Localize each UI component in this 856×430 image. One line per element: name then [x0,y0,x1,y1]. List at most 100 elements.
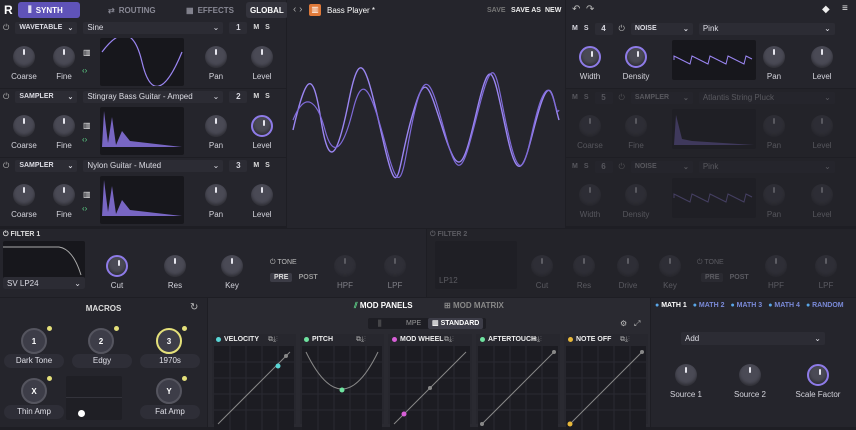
layer-5-source-select[interactable]: Atlantis String Pluck ⌄ [698,91,835,104]
macro-1-knob[interactable]: 1 [21,328,47,354]
layer-2-level-knob[interactable] [251,115,273,137]
layer-6-source-select[interactable]: Pink ⌄ [698,160,835,173]
layer-6-type-select[interactable]: NOISE ⌄ [630,160,693,173]
filter2-res-knob[interactable] [573,255,595,277]
mod-curve[interactable] [390,346,470,430]
layer-6-width-knob[interactable] [579,184,601,206]
filter2-key-knob[interactable] [659,255,681,277]
mute-button[interactable]: M [253,93,259,100]
layer-4-source-select[interactable]: Pink ⌄ [698,22,835,35]
layer-3-fine-knob[interactable] [53,184,75,206]
layer-2-coarse-knob[interactable] [13,115,35,137]
solo-button[interactable]: S [265,24,270,31]
mod-card-tools-icon[interactable]: ⧉⤓⋮ [356,336,366,344]
macro-y-label[interactable]: Fat Amp [140,405,200,419]
math-tab-5[interactable]: ● RANDOM [806,302,844,309]
tab-routing[interactable]: ⇄ ROUTING [98,2,166,18]
layer-1-level-knob[interactable] [251,46,273,68]
new-button[interactable]: NEW [545,7,561,14]
tab-synth[interactable]: ⫼ SYNTH [18,2,80,18]
layer-3-pan-knob[interactable] [205,184,227,206]
power-icon[interactable]: ⏻ [619,93,625,103]
keyboard-icon[interactable]: ▥ [83,48,91,57]
tab-global[interactable]: GLOBAL [246,2,288,18]
filter2-drive-knob[interactable] [617,255,639,277]
keyboard-icon[interactable]: ▥ [83,190,91,199]
math-mode-select[interactable]: Add ⌄ [681,332,825,345]
filter1-cut-knob[interactable] [106,255,128,277]
macro-2-label[interactable]: Edgy [72,354,132,368]
save-as-button[interactable]: SAVE AS [511,7,541,14]
layer-6-level-knob[interactable] [811,184,833,206]
mpe-option[interactable]: MPE [406,320,421,327]
layer-3-waveform[interactable] [100,176,184,224]
filter2-tone[interactable]: ⏻ TONE [697,259,724,267]
solo-button[interactable]: S [584,163,589,170]
power-icon[interactable]: ⏻ [3,92,9,102]
undo-icon[interactable]: ↶ [572,4,580,15]
layer-5-type-select[interactable]: SAMPLER ⌄ [630,91,693,104]
layer-3-source-select[interactable]: Nylon Guitar - Muted ⌄ [83,159,224,172]
scale-factor-knob[interactable] [807,364,829,386]
math-tab-2[interactable]: ● MATH 2 [693,302,725,309]
layer-5-waveform[interactable] [672,109,756,149]
mute-button[interactable]: M [253,162,259,169]
macro-x-knob[interactable]: X [21,378,47,404]
power-icon[interactable]: ⏻ [619,24,625,34]
mod-curve[interactable] [478,346,558,430]
solo-button[interactable]: S [584,25,589,32]
mute-button[interactable]: M [572,94,578,101]
solo-button[interactable]: S [265,162,270,169]
tab-mod-matrix[interactable]: ⊞ MOD MATRIX [444,301,504,310]
filter1-pre-post[interactable]: PRE POST [270,272,322,282]
power-icon[interactable]: ⏻ [619,162,625,172]
layer-1-pan-knob[interactable] [205,46,227,68]
save-button[interactable]: SAVE [487,7,506,14]
filter1-tone[interactable]: ⏻ TONE [270,259,297,267]
layer-5-fine-knob[interactable] [625,115,647,137]
macro-2-knob[interactable]: 2 [88,328,114,354]
layer-2-source-select[interactable]: Stingray Bass Guitar - Amped ⌄ [83,90,224,103]
layer-4-type-select[interactable]: NOISE ⌄ [630,22,693,35]
mute-button[interactable]: M [572,25,578,32]
macro-1-label[interactable]: Dark Tone [4,354,64,368]
layer-1-type-select[interactable]: WAVETABLE ⌄ [15,21,78,34]
filter1-type-select[interactable]: SV LP24 ⌄ [3,277,85,289]
refresh-icon[interactable]: ↻ [190,302,198,313]
layer-3-coarse-knob[interactable] [13,184,35,206]
layer-3-level-knob[interactable] [251,184,273,206]
macro-3-knob[interactable]: 3 [156,328,182,354]
power-icon[interactable]: ⏻ [3,23,9,33]
xy-pad[interactable] [66,376,122,420]
filter2-cut-knob[interactable] [531,255,553,277]
math-tab-1[interactable]: ● MATH 1 [655,302,687,309]
mod-card-tools-icon[interactable]: ⧉⤓⋮ [444,336,454,344]
filter1-res-knob[interactable] [164,255,186,277]
mod-card-tools-icon[interactable]: ⧉⤓⋮ [620,336,630,344]
macro-3-label[interactable]: 1970s [140,354,200,368]
redo-icon[interactable]: ↷ [586,4,594,15]
layer-6-density-knob[interactable] [625,184,647,206]
layer-5-level-knob[interactable] [811,115,833,137]
layer-6-pan-knob[interactable] [763,184,785,206]
expand-icon[interactable]: ⤢ [634,319,640,329]
power-icon[interactable]: ⏻ [3,161,9,171]
mod-curve[interactable] [566,346,646,430]
preset-name[interactable]: Bass Player * [327,6,375,15]
filter1-key-knob[interactable] [221,255,243,277]
layer-4-density-knob[interactable] [625,46,647,68]
layer-4-waveform[interactable] [672,40,756,80]
filter1-hpf-knob[interactable] [334,255,356,277]
mod-curve[interactable] [214,346,294,430]
layer-6-waveform[interactable] [672,178,756,218]
filter2-hpf-knob[interactable] [765,255,787,277]
xy-handle[interactable] [78,410,85,417]
filter1-lpf-knob[interactable] [384,255,406,277]
macro-y-knob[interactable]: Y [156,378,182,404]
filter2-lpf-knob[interactable] [815,255,837,277]
gear-icon[interactable]: ⚙ [620,319,627,328]
layer-1-source-select[interactable]: Sine ⌄ [83,21,224,34]
standard-option[interactable]: ▥ STANDARD [428,318,484,329]
menu-icon[interactable]: ≡ [842,3,848,14]
layer-2-waveform[interactable] [100,107,184,155]
